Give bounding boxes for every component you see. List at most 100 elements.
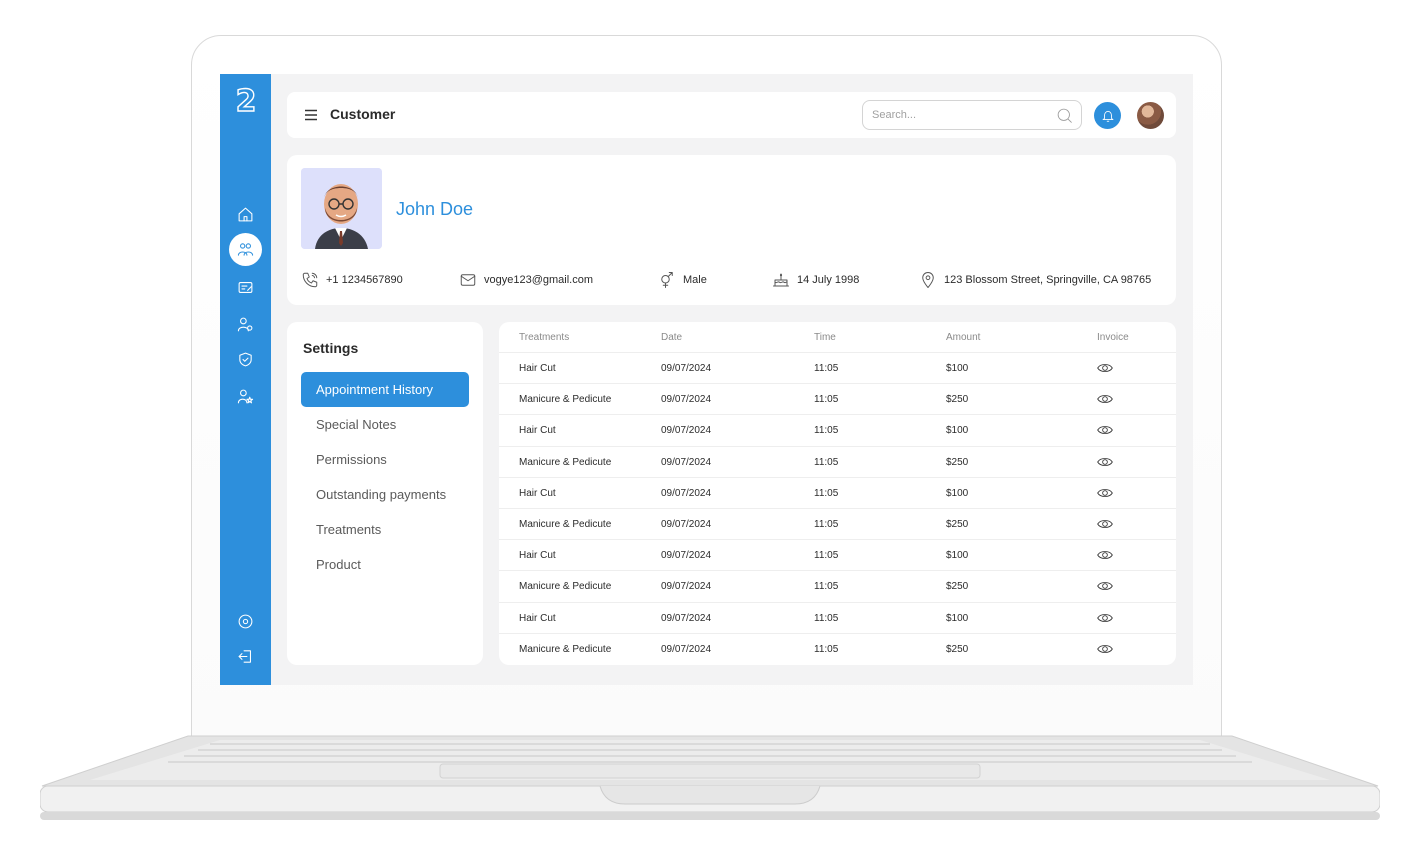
- view-invoice-eye-icon[interactable]: [1097, 611, 1113, 625]
- settings-item-permissions[interactable]: Permissions: [301, 442, 469, 477]
- treatment-cell: Hair Cut: [519, 612, 556, 624]
- appointment-history-table: Treatments Date Time Amount Invoice Hair…: [499, 322, 1176, 665]
- tickets-icon[interactable]: [233, 275, 257, 299]
- staff-icon[interactable]: [233, 312, 257, 336]
- date-cell: 09/07/2024: [661, 394, 712, 406]
- shield-icon[interactable]: [233, 347, 257, 371]
- table-row: Hair Cut 09/07/2024 11:05 $100: [499, 415, 1176, 447]
- settings-item-product[interactable]: Product: [301, 547, 469, 582]
- treatment-cell: Manicure & Pedicute: [519, 643, 612, 655]
- date-cell: 09/07/2024: [661, 487, 712, 499]
- settings-item-treatments[interactable]: Treatments: [301, 512, 469, 547]
- search-box[interactable]: [862, 100, 1082, 130]
- settings-icon[interactable]: [233, 609, 257, 633]
- search-icon[interactable]: [1056, 107, 1073, 124]
- treatment-cell: Manicure & Pedicute: [519, 519, 612, 530]
- customer-name: John Doe: [396, 199, 474, 219]
- time-cell: 11:05: [814, 643, 839, 655]
- settings-item-outstanding-payments[interactable]: Outstanding payments: [301, 477, 469, 512]
- app-screen: 2 Customer Search... John Doe +1 1234567…: [220, 74, 1193, 685]
- view-invoice-eye-icon[interactable]: [1097, 361, 1113, 375]
- table-row: Hair Cut 09/07/2024 11:05 $100: [499, 603, 1176, 634]
- view-invoice-eye-icon[interactable]: [1097, 392, 1113, 406]
- email-icon: [460, 274, 476, 286]
- logout-icon[interactable]: [233, 644, 257, 668]
- gender-value: Male: [683, 274, 707, 286]
- treatment-cell: Hair Cut: [519, 550, 556, 562]
- amount-cell: $100: [946, 425, 969, 437]
- time-cell: 11:05: [814, 519, 839, 530]
- customer-profile-card: John Doe +1 1234567890 vogye123@gmail.co…: [287, 155, 1176, 305]
- treatment-cell: Manicure & Pedicute: [519, 581, 612, 593]
- cake-icon: [773, 273, 789, 287]
- amount-cell: $100: [946, 487, 969, 499]
- customer-photo: [301, 168, 382, 249]
- customers-icon[interactable]: [229, 233, 262, 266]
- table-row: Hair Cut 09/07/2024 11:05 $100: [499, 540, 1176, 572]
- settings-item-appointment-history[interactable]: Appointment History: [301, 372, 469, 407]
- phone-number: +1 1234567890: [326, 274, 403, 286]
- date-cell: 09/07/2024: [661, 581, 712, 593]
- time-cell: 11:05: [814, 394, 839, 406]
- time-cell: 11:05: [814, 550, 839, 562]
- hamburger-menu-icon[interactable]: [304, 108, 318, 122]
- gender-icon: [661, 272, 673, 288]
- amount-cell: $250: [946, 394, 969, 406]
- view-invoice-eye-icon[interactable]: [1097, 455, 1113, 469]
- birthday-info: 14 July 1998: [772, 271, 859, 289]
- amount-cell: $100: [946, 612, 969, 624]
- gender-info: Male: [658, 271, 707, 289]
- email-info: vogye123@gmail.com: [459, 271, 593, 289]
- time-cell: 11:05: [814, 363, 839, 374]
- amount-cell: $100: [946, 363, 969, 374]
- time-cell: 11:05: [814, 612, 839, 624]
- table-row: Manicure & Pedicute 09/07/2024 11:05 $250: [499, 509, 1176, 541]
- column-header-time: Time: [814, 332, 836, 343]
- view-invoice-eye-icon[interactable]: [1097, 486, 1113, 500]
- date-cell: 09/07/2024: [661, 643, 712, 655]
- home-icon[interactable]: [233, 202, 257, 226]
- table-row: Hair Cut 09/07/2024 11:05 $100: [499, 478, 1176, 509]
- view-invoice-eye-icon[interactable]: [1097, 423, 1113, 437]
- address-info: 123 Blossom Street, Springville, CA 9876…: [919, 271, 1151, 289]
- settings-title: Settings: [303, 340, 359, 356]
- treatment-cell: Manicure & Pedicute: [519, 456, 612, 468]
- birthday-value: 14 July 1998: [797, 274, 860, 286]
- table-row: Manicure & Pedicute 09/07/2024 11:05 $250: [499, 634, 1176, 665]
- laptop-base: [40, 734, 1380, 824]
- email-address: vogye123@gmail.com: [484, 274, 593, 286]
- date-cell: 09/07/2024: [661, 456, 712, 468]
- date-cell: 09/07/2024: [661, 363, 712, 374]
- column-header-amount: Amount: [946, 332, 981, 343]
- treatment-cell: Hair Cut: [519, 363, 556, 374]
- treatment-cell: Manicure & Pedicute: [519, 394, 612, 406]
- top-bar: Customer: [287, 92, 1176, 138]
- table-row: Manicure & Pedicute 09/07/2024 11:05 $250: [499, 447, 1176, 478]
- phone-icon: [302, 272, 318, 288]
- table-row: Manicure & Pedicute 09/07/2024 11:05 $250: [499, 571, 1176, 603]
- view-invoice-eye-icon[interactable]: [1097, 548, 1113, 562]
- app-logo[interactable]: 2: [233, 85, 259, 118]
- table-row: Hair Cut 09/07/2024 11:05 $100: [499, 353, 1176, 385]
- page-title: Customer: [330, 106, 396, 122]
- user-star-icon[interactable]: [233, 384, 257, 408]
- view-invoice-eye-icon[interactable]: [1097, 517, 1113, 531]
- treatment-cell: Hair Cut: [519, 487, 556, 499]
- view-invoice-eye-icon[interactable]: [1097, 579, 1113, 593]
- view-invoice-eye-icon[interactable]: [1097, 642, 1113, 656]
- amount-cell: $250: [946, 581, 969, 593]
- search-input[interactable]: [872, 107, 1052, 123]
- amount-cell: $250: [946, 456, 969, 468]
- date-cell: 09/07/2024: [661, 519, 712, 530]
- notification-bell-icon[interactable]: [1094, 102, 1121, 129]
- location-pin-icon: [922, 272, 934, 288]
- amount-cell: $100: [946, 550, 969, 562]
- settings-item-special-notes[interactable]: Special Notes: [301, 407, 469, 442]
- time-cell: 11:05: [814, 581, 839, 593]
- amount-cell: $250: [946, 643, 969, 655]
- address-value: 123 Blossom Street, Springville, CA 9876…: [944, 274, 1152, 286]
- settings-panel: Settings Appointment History Special Not…: [287, 322, 483, 665]
- user-avatar[interactable]: [1137, 102, 1164, 129]
- date-cell: 09/07/2024: [661, 612, 712, 624]
- amount-cell: $250: [946, 519, 969, 530]
